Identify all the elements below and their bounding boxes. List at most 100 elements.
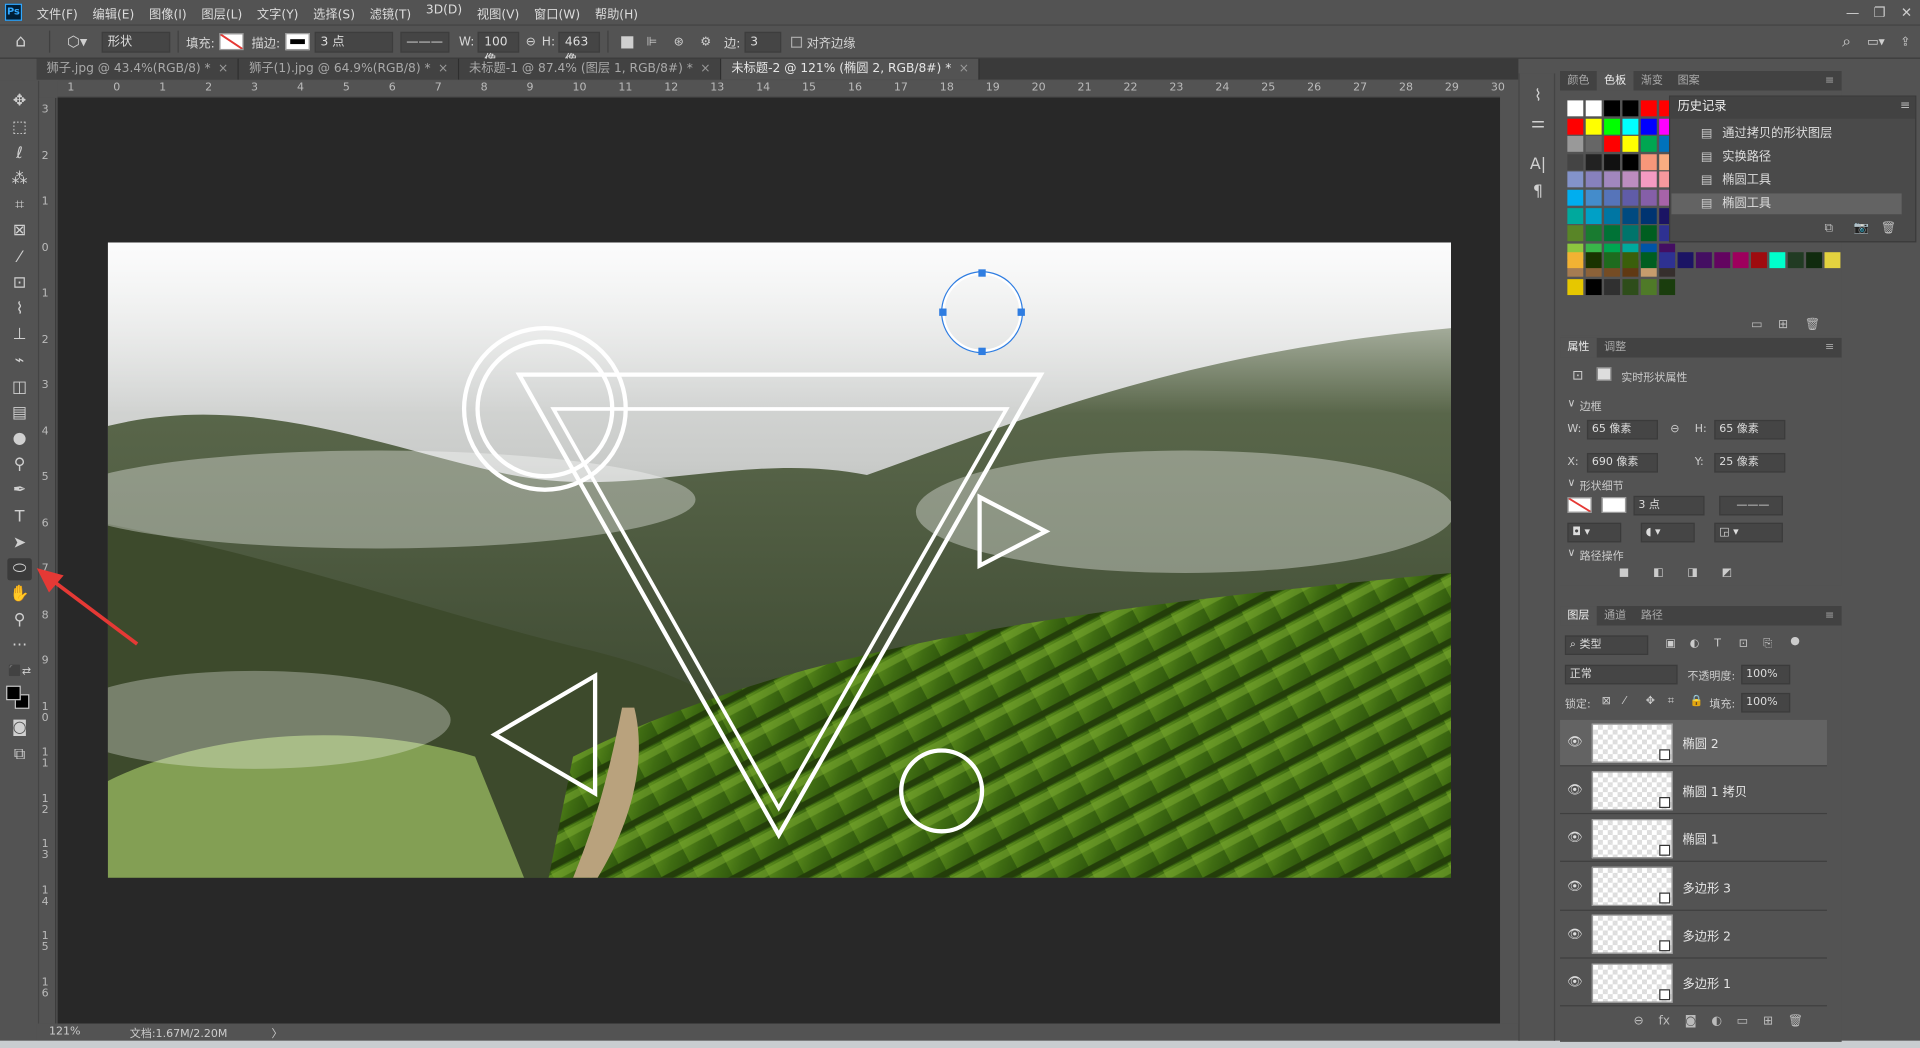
color-swatch[interactable] [1567, 207, 1584, 224]
color-swatch[interactable] [1640, 252, 1657, 269]
color-swatch[interactable] [1585, 207, 1602, 224]
color-swatch[interactable] [1787, 252, 1804, 269]
shape-stroke-type-select[interactable]: ——— [1719, 495, 1783, 516]
shape-fill-swatch[interactable] [1567, 497, 1592, 513]
color-swatch[interactable] [1585, 279, 1602, 296]
visibility-eye-icon[interactable]: 👁 [1560, 736, 1589, 749]
menu-item-7[interactable]: 3D(D) [419, 3, 470, 21]
color-swatch[interactable] [1567, 279, 1584, 296]
color-swatch[interactable] [1567, 118, 1584, 135]
hand-tool-icon[interactable]: ✋ [7, 584, 31, 606]
width-field[interactable]: 100 像 [478, 31, 520, 67]
document-tab-3[interactable]: 未标题-2 @ 121% (椭圆 2, RGB/8#) * × [721, 58, 981, 80]
new-layer-icon[interactable]: ⊞ [1763, 1015, 1773, 1028]
filter-shape-icon[interactable]: ⊡ [1739, 638, 1748, 650]
panel-tab-1[interactable]: 通道 [1597, 606, 1634, 626]
document-tab-1[interactable]: 狮子(1).jpg @ 64.9%(RGB/8) * × [239, 58, 460, 80]
color-swatch[interactable] [1622, 207, 1639, 224]
shape-y-field[interactable]: 25 像素 [1714, 452, 1786, 473]
panel-tab-0[interactable]: 图层 [1560, 606, 1597, 626]
gear-icon[interactable]: ⚙ [692, 35, 719, 48]
stroke-width-field[interactable]: 3 点 [314, 31, 393, 53]
zoom-tool-icon[interactable]: ⚲ [7, 610, 31, 632]
shape-height-field[interactable]: 65 像素 [1714, 419, 1786, 440]
lock-all-icon[interactable]: 🔒 [1690, 695, 1704, 707]
lock-position-icon[interactable]: ✥ [1646, 695, 1655, 707]
color-swatch[interactable] [1622, 171, 1639, 188]
color-swatch[interactable] [1806, 252, 1823, 269]
close-tab-icon[interactable]: × [700, 62, 710, 75]
swap-colors-icon[interactable]: ⬛⇄ [7, 661, 31, 683]
panel-tab-2[interactable]: 路径 [1634, 606, 1671, 626]
path-alignment-icon[interactable]: ⊫ [638, 35, 665, 48]
character-panel-icon[interactable]: A| [1526, 154, 1550, 176]
filter-toggle-icon[interactable]: ● [1790, 635, 1800, 647]
color-swatch[interactable] [1622, 154, 1639, 170]
filter-pixel-icon[interactable]: ▣ [1665, 638, 1675, 650]
color-swatch[interactable] [1585, 252, 1602, 269]
edges-field[interactable]: 3 [744, 31, 781, 53]
ellipse-tool-icon[interactable]: ⬭ [7, 558, 32, 581]
zoom-level[interactable]: 121% [49, 1026, 122, 1038]
healing-brush-tool-icon[interactable]: ⊡ [7, 273, 31, 295]
lock-transparency-icon[interactable]: ⊠ [1602, 695, 1611, 707]
crop-tool-icon[interactable]: ⌗ [7, 195, 31, 217]
close-tab-icon[interactable]: × [218, 62, 228, 75]
color-swatch[interactable] [1714, 252, 1731, 269]
subtract-shape-icon[interactable]: ◧ [1653, 567, 1663, 579]
layer-filter-select[interactable]: ⌕ 类型 [1564, 635, 1649, 656]
fill-field[interactable]: 100% [1741, 692, 1791, 713]
color-swatch[interactable] [1604, 252, 1621, 269]
paragraph-panel-icon[interactable]: ¶ [1526, 181, 1550, 203]
blend-mode-select[interactable]: 正常 [1564, 664, 1678, 685]
close-tab-icon[interactable]: × [959, 62, 969, 75]
visibility-eye-icon[interactable]: 👁 [1560, 880, 1589, 893]
shape-stroke-swatch[interactable] [1601, 497, 1627, 513]
foreground-color-swatch[interactable] [6, 685, 21, 701]
color-swatch[interactable] [1640, 100, 1657, 117]
adjust-panel-icon[interactable]: ⚌ [1526, 113, 1550, 135]
menu-item-2[interactable]: 图像(I) [142, 3, 194, 21]
status-menu-arrow[interactable]: 〉 [271, 1024, 282, 1040]
restore-button[interactable]: ❐ [1866, 4, 1893, 20]
workspace-icon[interactable]: ▭▾ [1861, 35, 1890, 48]
menu-item-0[interactable]: 文件(F) [29, 3, 85, 21]
filter-smart-object-icon[interactable]: ⎘ [1763, 638, 1772, 650]
layer-row[interactable]: 👁 椭圆 2 [1560, 719, 1827, 767]
stroke-swatch[interactable] [285, 33, 310, 51]
color-swatch[interactable] [1622, 189, 1639, 206]
color-swatch[interactable] [1695, 252, 1712, 269]
menu-item-6[interactable]: 滤镜(T) [362, 3, 418, 21]
history-brush-panel-icon[interactable]: ⌇ [1526, 86, 1550, 108]
stroke-align-select[interactable]: ◘ ▾ [1567, 522, 1622, 543]
gradient-tool-icon[interactable]: ▤ [7, 403, 31, 425]
trash-icon[interactable]: 🗑 [1881, 222, 1897, 235]
color-swatch[interactable] [1604, 279, 1621, 296]
layer-row[interactable]: 👁 多边形 2 [1560, 912, 1827, 959]
panel-tab-3[interactable]: 图案 [1670, 71, 1707, 91]
color-swatch[interactable] [1585, 154, 1602, 170]
document-canvas-image[interactable] [107, 242, 1452, 878]
swatch-folder-icon[interactable]: ▭ [1751, 318, 1763, 331]
eraser-tool-icon[interactable]: ◫ [7, 377, 31, 399]
path-arrangement-icon[interactable]: ⊛ [665, 35, 692, 48]
color-swatch[interactable] [1640, 279, 1657, 296]
color-swatch[interactable] [1640, 207, 1657, 224]
color-swatch[interactable] [1604, 189, 1621, 206]
shape-section-toggle[interactable]: ∨ [1567, 477, 1575, 489]
polygon-tool-preset-icon[interactable]: ⬡▾ [58, 33, 97, 50]
menu-item-10[interactable]: 帮助(H) [587, 3, 645, 21]
menu-icon[interactable]: ≡ [1825, 75, 1834, 87]
color-swatch[interactable] [1604, 136, 1621, 153]
layer-row[interactable]: 👁 多边形 3 [1560, 864, 1827, 911]
frame-tool-icon[interactable]: ⊠ [7, 220, 31, 242]
search-icon[interactable]: ⌕ [1832, 32, 1861, 50]
color-swatch[interactable] [1567, 252, 1584, 269]
color-swatch[interactable] [1567, 154, 1584, 170]
color-swatch[interactable] [1677, 252, 1694, 269]
color-swatch[interactable] [1585, 171, 1602, 188]
add-mask-icon[interactable]: ◙ [1685, 1015, 1697, 1028]
color-swatch[interactable] [1604, 118, 1621, 135]
pen-tool-icon[interactable]: ✒ [7, 480, 31, 502]
layer-row[interactable]: 👁 椭圆 1 [1560, 816, 1827, 863]
